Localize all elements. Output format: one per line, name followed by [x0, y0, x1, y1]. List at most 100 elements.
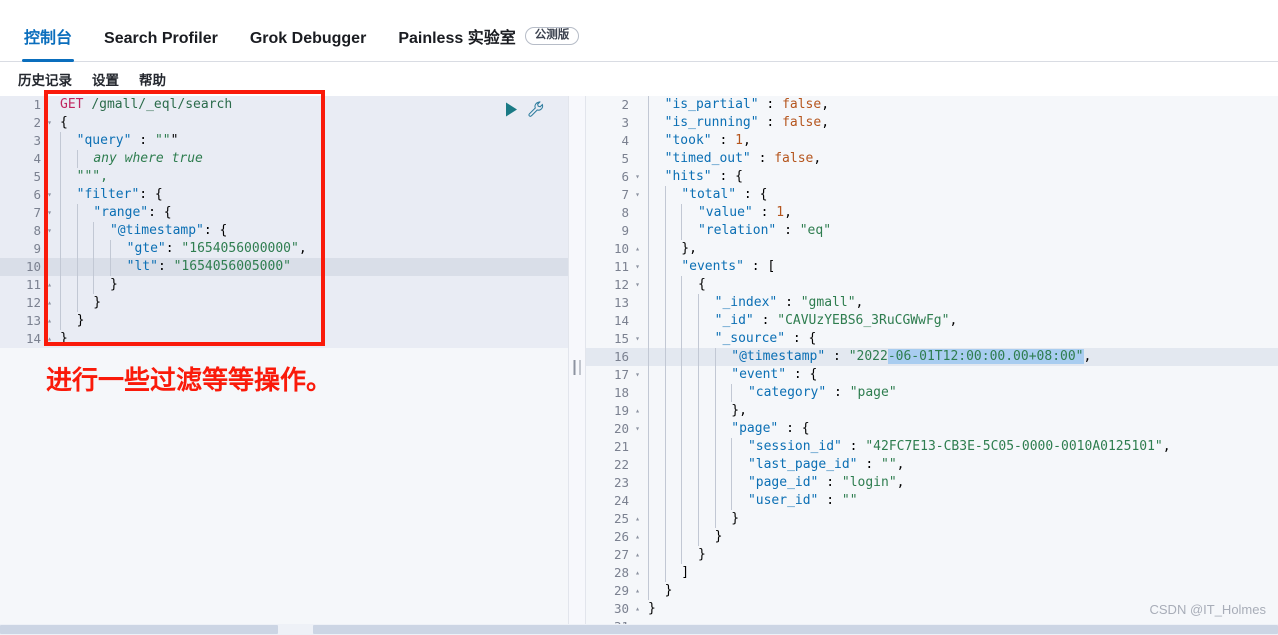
indent-guide	[664, 420, 666, 438]
code-line[interactable]: 29 ▴ }	[586, 582, 1278, 600]
code-line[interactable]: 15 ▾ "_source" : {	[586, 330, 1278, 348]
code-line[interactable]: 10 ▴ },	[586, 240, 1278, 258]
code-line[interactable]: 12 ▴ }	[0, 294, 568, 312]
menu-item-help[interactable]: 帮助	[129, 69, 176, 89]
horizontal-scrollbar-thumb-left[interactable]	[0, 625, 278, 634]
tab-console[interactable]: 控制台	[8, 24, 88, 62]
fold-toggle-icon[interactable]: ▴	[632, 510, 643, 528]
code-line[interactable]: 17 ▾ "event" : {	[586, 366, 1278, 384]
fold-toggle-icon[interactable]: ▾	[44, 186, 55, 204]
tab-painless-lab[interactable]: Painless 实验室 公测版	[382, 24, 595, 61]
code-line[interactable]: 19 ▴ },	[586, 402, 1278, 420]
fold-toggle-icon[interactable]: ▴	[632, 402, 643, 420]
code-line[interactable]: 4 "took" : 1,	[586, 132, 1278, 150]
fold-toggle-icon[interactable]: ▾	[632, 258, 643, 276]
code-line[interactable]: 11 ▴ }	[0, 276, 568, 294]
code-line[interactable]: 25 ▴ }	[586, 510, 1278, 528]
code-line[interactable]: 26 ▴ }	[586, 528, 1278, 546]
indent-guide	[664, 456, 666, 474]
fold-toggle-icon[interactable]: ▴	[632, 564, 643, 582]
code-line[interactable]: 12 ▾ {	[586, 276, 1278, 294]
code-line[interactable]: 11 ▾ "events" : [	[586, 258, 1278, 276]
code-line[interactable]: 28 ▴ ]	[586, 564, 1278, 582]
horizontal-scrollbar-track[interactable]	[0, 624, 1278, 635]
indent-guide	[648, 258, 649, 276]
line-number: 22	[613, 457, 629, 472]
code-line[interactable]: 3 "query" : """	[0, 132, 568, 150]
line-number: 9	[33, 241, 41, 256]
fold-toggle-icon[interactable]: ▴	[632, 528, 643, 546]
code-line[interactable]: 2 ▾ {	[0, 114, 568, 132]
line-number: 12	[25, 295, 41, 310]
fold-toggle-icon[interactable]: ▴	[44, 276, 55, 294]
indent-guide	[648, 312, 649, 330]
code-line[interactable]: 13 "_index" : "gmall",	[586, 294, 1278, 312]
code-line[interactable]: 22 "last_page_id" : "",	[586, 456, 1278, 474]
indent-guide	[714, 420, 716, 438]
code-line[interactable]: 7 ▾ "total" : {	[586, 186, 1278, 204]
code-line[interactable]: 10 "lt": "1654056005000"	[0, 258, 568, 276]
code-line[interactable]: 5 "timed_out" : false,	[586, 150, 1278, 168]
request-editor-pane[interactable]: 1 GET /gmall/_eql/search 2 ▾{3 "query" : ""…	[0, 90, 568, 635]
code-line[interactable]: 1 GET /gmall/_eql/search	[0, 96, 568, 114]
line-number: 11	[25, 277, 41, 292]
wrench-icon[interactable]	[528, 101, 545, 118]
fold-toggle-icon[interactable]: ▾	[44, 222, 55, 240]
code-line[interactable]: 3 "is_running" : false,	[586, 114, 1278, 132]
code-line[interactable]: 8 "value" : 1,	[586, 204, 1278, 222]
line-number: 8	[621, 205, 629, 220]
code-line[interactable]: 8 ▾ "@timestamp": {	[0, 222, 568, 240]
code-line[interactable]: 6 ▾ "filter": {	[0, 186, 568, 204]
fold-toggle-icon[interactable]: ▴	[44, 330, 55, 348]
tab-search-profiler[interactable]: Search Profiler	[88, 30, 234, 61]
indent-guide	[681, 276, 683, 294]
pane-resize-handle[interactable]	[568, 96, 586, 635]
play-icon[interactable]	[505, 102, 518, 117]
fold-toggle-icon[interactable]: ▾	[632, 168, 643, 186]
response-viewer-lines[interactable]: 2 "is_partial" : false, 3 "is_running" : …	[586, 96, 1278, 635]
fold-toggle-icon[interactable]: ▴	[632, 240, 643, 258]
response-viewer-pane[interactable]: 2 "is_partial" : false, 3 "is_running" : …	[586, 96, 1278, 635]
fold-toggle-icon[interactable]: ▴	[632, 582, 643, 600]
fold-toggle-icon[interactable]: ▾	[632, 366, 643, 384]
code-line[interactable]: 9 "gte": "1654056000000",	[0, 240, 568, 258]
menu-item-settings[interactable]: 设置	[82, 69, 129, 89]
fold-toggle-icon[interactable]: ▾	[44, 114, 55, 132]
fold-toggle-icon[interactable]: ▴	[632, 546, 643, 564]
fold-toggle-icon[interactable]: ▴	[44, 312, 55, 330]
code-text: "_index" : "gmall",	[643, 294, 863, 312]
code-line[interactable]: 14 "_id" : "CAVUzYEBS6_3RuCGWwFg",	[586, 312, 1278, 330]
code-line[interactable]: 24 "user_id" : ""	[586, 492, 1278, 510]
fold-toggle-icon[interactable]: ▾	[632, 330, 643, 348]
code-line[interactable]: 20 ▾ "page" : {	[586, 420, 1278, 438]
indent-guide	[697, 402, 699, 420]
indent-guide	[681, 222, 683, 240]
code-line[interactable]: 9 "relation" : "eq"	[586, 222, 1278, 240]
code-line[interactable]: 14 ▴}	[0, 330, 568, 348]
code-line[interactable]: 5 """,	[0, 168, 568, 186]
code-line[interactable]: 7 ▾ "range": {	[0, 204, 568, 222]
fold-toggle-icon[interactable]: ▾	[632, 276, 643, 294]
fold-toggle-icon[interactable]: ▾	[632, 420, 643, 438]
tab-grok-debugger[interactable]: Grok Debugger	[234, 30, 382, 61]
code-line[interactable]: 16 "@timestamp" : "2022-06-01T12:00:00.0…	[586, 348, 1278, 366]
fold-toggle-icon[interactable]: ▴	[632, 600, 643, 618]
menu-item-history[interactable]: 历史记录	[8, 69, 82, 89]
code-line[interactable]: 2 "is_partial" : false,	[586, 96, 1278, 114]
fold-toggle-icon[interactable]: ▾	[44, 204, 55, 222]
code-line[interactable]: 6 ▾ "hits" : {	[586, 168, 1278, 186]
fold-toggle-icon[interactable]: ▴	[44, 294, 55, 312]
code-line[interactable]: 21 "session_id" : "42FC7E13-CB3E-5C05-00…	[586, 438, 1278, 456]
code-line[interactable]: 27 ▴ }	[586, 546, 1278, 564]
horizontal-scrollbar-thumb-right[interactable]	[313, 625, 1278, 634]
indent-guide	[681, 312, 683, 330]
indent-guide	[681, 474, 683, 492]
code-line[interactable]: 4 any where true	[0, 150, 568, 168]
code-line[interactable]: 18 "category" : "page"	[586, 384, 1278, 402]
indent-guide	[697, 330, 699, 348]
code-line[interactable]: 23 "page_id" : "login",	[586, 474, 1278, 492]
code-line[interactable]: 13 ▴ }	[0, 312, 568, 330]
fold-toggle-icon[interactable]: ▾	[632, 186, 643, 204]
tab-console-label: 控制台	[24, 30, 73, 47]
